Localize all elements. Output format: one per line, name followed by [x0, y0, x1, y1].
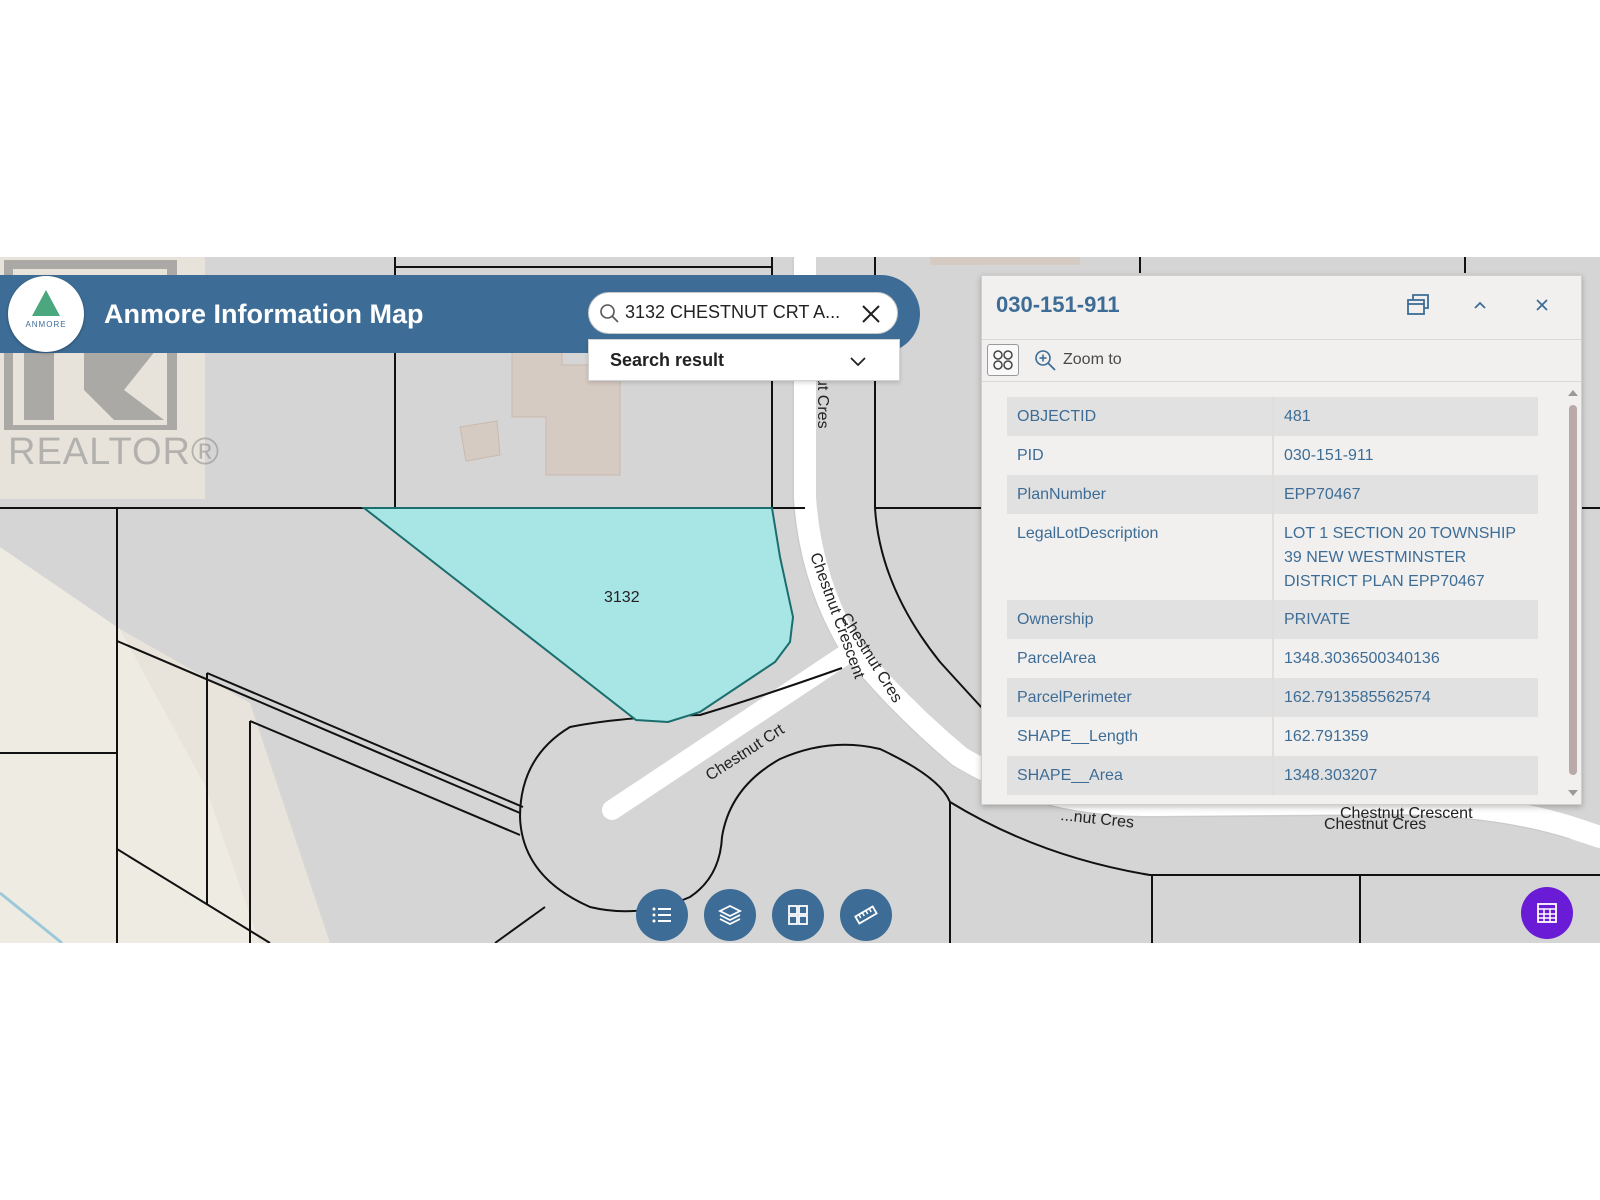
logo-text: ANMORE	[25, 320, 67, 329]
attr-key: PID	[1007, 436, 1274, 475]
street-label: ut Cres	[814, 377, 831, 429]
zoom-to-label: Zoom to	[1063, 351, 1122, 368]
basemap-grid-icon	[788, 905, 808, 925]
grid-dots-icon	[993, 350, 1013, 370]
search-input[interactable]: 3132 CHESTNUT CRT A...	[625, 302, 843, 323]
village-logo[interactable]: ANMORE	[8, 276, 84, 352]
chevron-up-icon[interactable]	[1467, 292, 1493, 318]
divider	[982, 381, 1581, 382]
layers-button[interactable]	[704, 889, 756, 941]
feature-popup: 030-151-911 Zoom to OBJECTID 481 PID 030…	[981, 275, 1582, 805]
watermark-text: REALTOR®	[8, 431, 220, 473]
logo-mountain-icon	[32, 290, 60, 316]
dock-icon[interactable]	[1405, 292, 1431, 318]
attr-value: 1348.303207	[1273, 756, 1538, 795]
attr-key: ParcelPerimeter	[1007, 678, 1274, 717]
attr-value: EPP70467	[1273, 475, 1538, 514]
attr-value: 1348.3036500340136	[1273, 639, 1538, 678]
building	[459, 420, 501, 462]
app-title: Anmore Information Map	[104, 299, 424, 329]
table-row: LegalLotDescription LOT 1 SECTION 20 TOW…	[1007, 514, 1538, 600]
table-row: Ownership PRIVATE	[1007, 600, 1538, 639]
divider	[982, 339, 1581, 340]
scrollbar[interactable]	[1567, 390, 1579, 801]
attr-key: ParcelArea	[1007, 639, 1274, 678]
legend-list-button[interactable]	[636, 889, 688, 941]
basemap-gallery-button[interactable]	[772, 889, 824, 941]
map-app: 3132 ut Cres Chestnut Crescent Chestnut …	[0, 257, 1600, 943]
popup-title: 030-151-911	[996, 292, 1120, 317]
attr-value: PRIVATE	[1273, 600, 1538, 639]
attr-key: OBJECTID	[1007, 397, 1274, 436]
attr-value: 481	[1273, 397, 1538, 436]
table-row: PID 030-151-911	[1007, 436, 1538, 475]
search-box[interactable]: 3132 CHESTNUT CRT A...	[588, 292, 898, 334]
table-row: ParcelPerimeter 162.7913585562574	[1007, 678, 1538, 717]
attr-value: 162.7913585562574	[1273, 678, 1538, 717]
table-row: OBJECTID 481	[1007, 397, 1538, 436]
attr-key: LegalLotDescription	[1007, 514, 1274, 600]
zoom-in-icon	[1035, 350, 1056, 371]
table-row: PlanNumber EPP70467	[1007, 475, 1538, 514]
search-result-dropdown[interactable]: Search result	[588, 339, 900, 381]
table-row: SHAPE__Area 1348.303207	[1007, 756, 1538, 795]
close-icon[interactable]	[1529, 292, 1555, 318]
attribute-table-button[interactable]	[1521, 887, 1573, 939]
close-icon[interactable]	[859, 302, 883, 326]
measure-button[interactable]	[840, 889, 892, 941]
scroll-down-icon[interactable]	[1568, 790, 1578, 796]
scrollbar-thumb[interactable]	[1569, 405, 1577, 775]
attr-value: LOT 1 SECTION 20 TOWNSHIP 39 NEW WESTMIN…	[1273, 514, 1538, 600]
chevron-down-icon[interactable]	[849, 352, 867, 370]
table-row: ParcelArea 1348.3036500340136	[1007, 639, 1538, 678]
scroll-up-icon[interactable]	[1568, 390, 1578, 396]
table-row: SHAPE__Length 162.791359	[1007, 717, 1538, 756]
list-icon	[652, 907, 671, 923]
attr-key: Ownership	[1007, 600, 1274, 639]
attr-value: 030-151-911	[1273, 436, 1538, 475]
attr-key: SHAPE__Area	[1007, 756, 1274, 795]
attr-key: SHAPE__Length	[1007, 717, 1274, 756]
search-result-label: Search result	[610, 350, 725, 370]
street-label: Chestnut Cres	[1324, 816, 1426, 833]
attr-key: PlanNumber	[1007, 475, 1274, 514]
table-icon	[1537, 903, 1557, 923]
feature-menu-button[interactable]	[987, 344, 1019, 376]
attr-value: 162.791359	[1273, 717, 1538, 756]
attribute-table: OBJECTID 481 PID 030-151-911 PlanNumber …	[1007, 397, 1538, 795]
layers-icon	[718, 904, 742, 926]
search-icon	[600, 304, 619, 323]
measure-ruler-icon	[854, 905, 878, 925]
parcel-label: 3132	[604, 589, 640, 606]
building	[930, 257, 1080, 265]
